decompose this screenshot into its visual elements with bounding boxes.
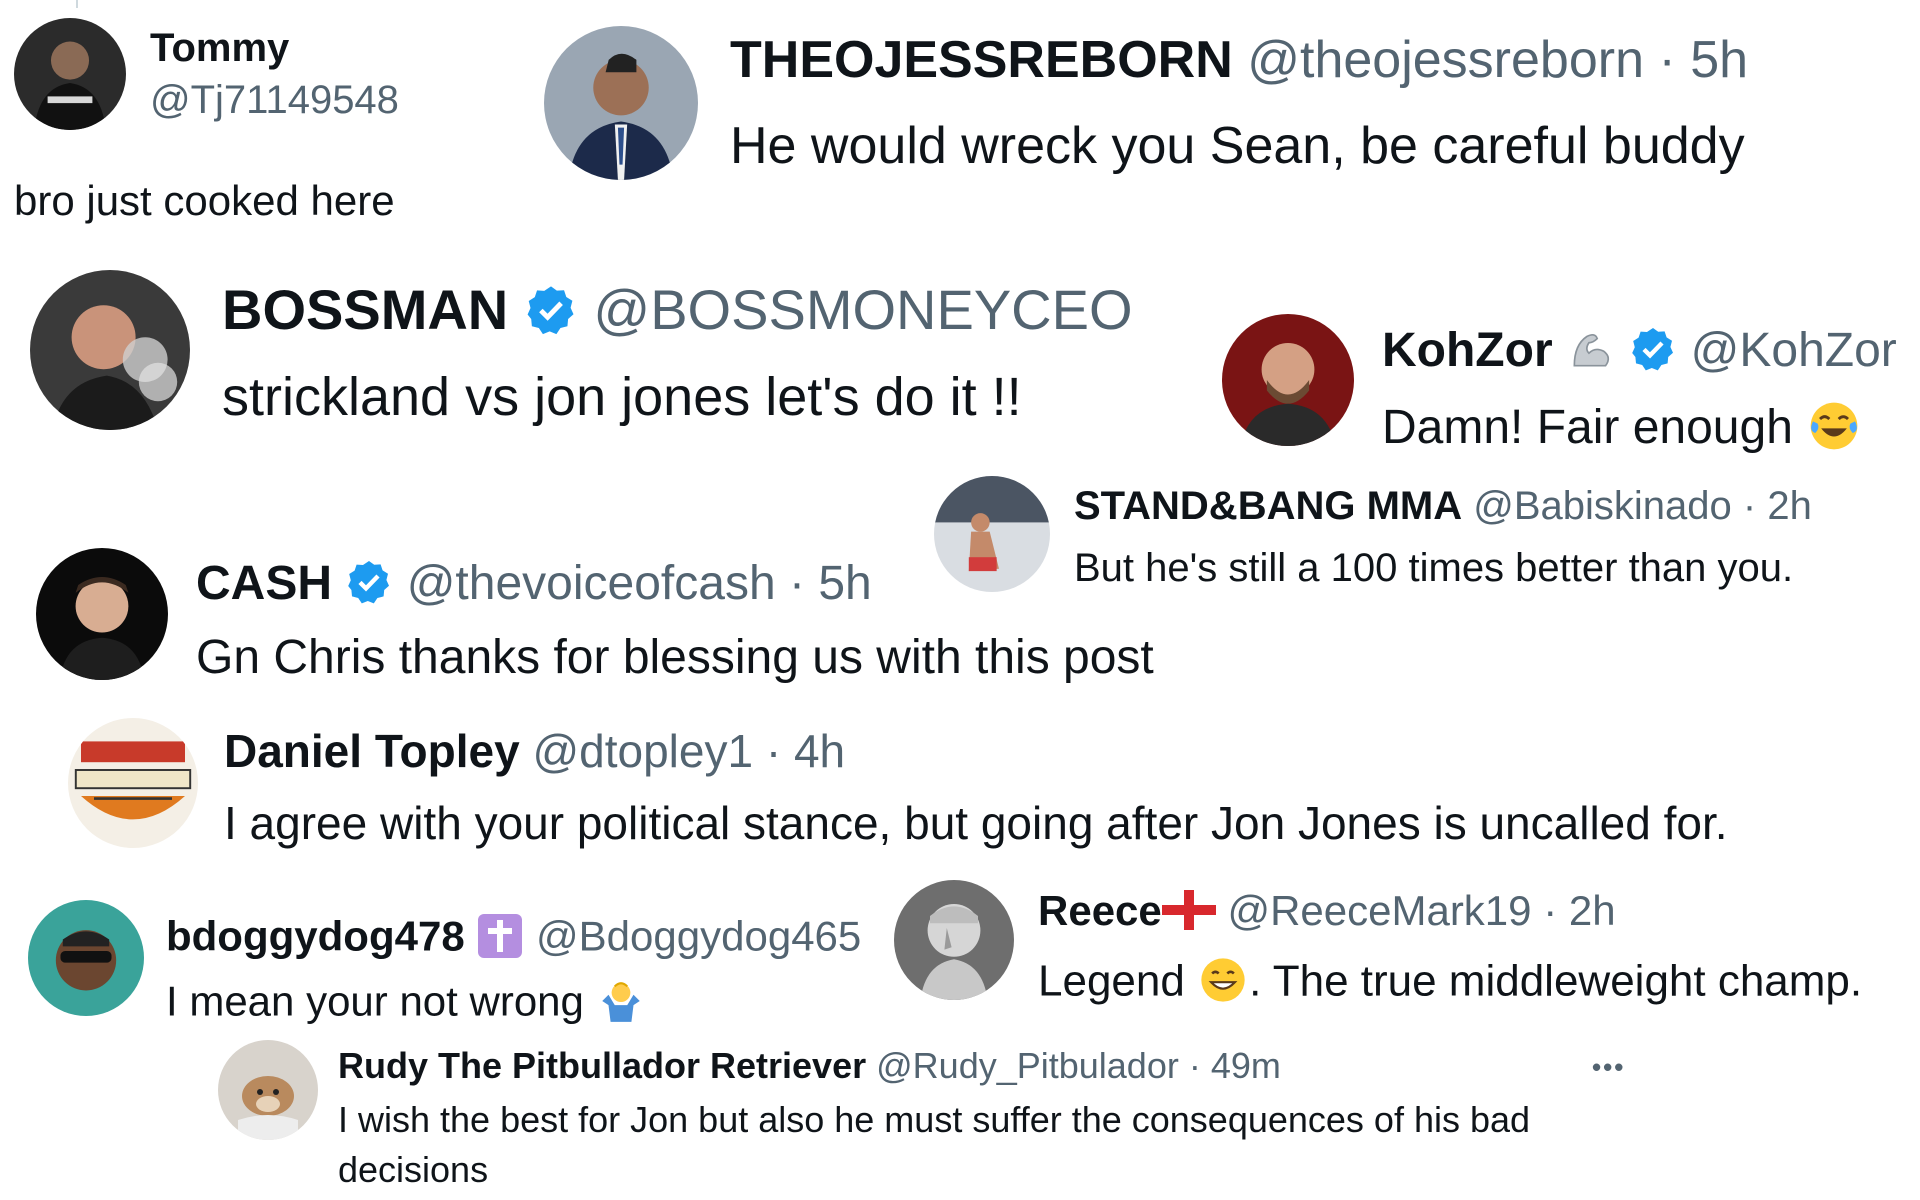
author-handle[interactable]: @ReeceMark19 [1227,887,1531,934]
author-name[interactable]: CASH [196,557,332,610]
tweet-header: THEOJESSREBORN @theojessreborn · 5h [730,34,1748,86]
grinning-face-icon [1197,954,1249,1014]
separator-dot: · [1658,31,1676,89]
tweet-header: Reece @ReeceMark19 · 2h [1038,890,1616,937]
tweet-rudy[interactable]: Rudy The Pitbullador Retriever @Rudy_Pit… [218,1040,1638,1200]
author-name[interactable]: Reece [1038,887,1162,934]
tweet-header: KohZor @KohZor [1382,324,1897,383]
tweet-time[interactable]: 2h [1569,887,1616,934]
author-name[interactable]: KohZor [1382,324,1553,377]
verified-badge-icon [345,558,393,615]
bearded-man-avatar[interactable] [1222,314,1354,446]
tweet-header: bdoggydog478 @Bdoggydog465 [166,912,861,967]
author-handle[interactable]: @KohZor [1691,324,1897,377]
author-handle[interactable]: @BOSSMONEYCEO [593,278,1132,341]
tweet-header: BOSSMAN @BOSSMONEYCEO [222,282,1133,346]
author-handle[interactable]: @Rudy_Pitbulador [876,1045,1179,1086]
author-name[interactable]: BOSSMAN [222,278,508,341]
tweet-bossman[interactable]: BOSSMAN @BOSSMONEYCEO strickland vs jon … [30,270,1170,440]
author-handle[interactable]: @thevoiceofcash [407,557,776,610]
tweet-text: I agree with your political stance, but … [224,797,1728,849]
verified-badge-icon [524,283,578,346]
tweet-cash[interactable]: CASH @thevoiceofcash · 5h Gn Chris thank… [36,548,1236,688]
tweet-theojessreborn[interactable]: THEOJESSREBORN @theojessreborn · 5h He w… [544,26,1884,186]
verified-badge-icon [1629,325,1677,382]
tweet-text: bro just cooked here [14,177,395,224]
author-name[interactable]: Tommy [150,28,289,68]
tweet-header: STAND&BANG MMA @Babiskinado · 2h [1074,486,1812,526]
tweet-time[interactable]: 2h [1767,484,1812,528]
sunglasses-man-avatar[interactable] [28,900,144,1016]
smiling-man-avatar[interactable] [36,548,168,680]
author-name[interactable]: THEOJESSREBORN [730,31,1233,89]
tweet-time[interactable]: 5h [1690,31,1748,89]
separator-dot: · [1543,887,1558,934]
tweet-text-row: Legend . The true middleweight champ. [1038,954,1862,1014]
tweet-text-continued: . The true middleweight champ. [1249,956,1863,1006]
author-name[interactable]: STAND&BANG MMA [1074,484,1462,528]
separator-dot: · [1188,1045,1201,1086]
author-handle[interactable]: @Tj71149548 [150,80,399,120]
tweet-text: strickland vs jon jones let's do it !! [222,367,1022,427]
author-handle[interactable]: @Babiskinado [1473,484,1732,528]
tweet-header: Rudy The Pitbullador Retriever @Rudy_Pit… [338,1048,1281,1084]
tweet-text-row: I mean your not wrong [166,976,646,1033]
tweet-kohzor[interactable]: KohZor @KohZor Damn! Fair enough [1222,314,1912,454]
author-handle[interactable]: @theojessreborn [1247,31,1644,89]
tweet-text-line-1: I wish the best for Jon but also he must… [338,1099,1531,1140]
tournament-logo-avatar[interactable] [68,718,198,848]
more-options-button[interactable]: ••• [1592,1052,1625,1083]
separator-dot: · [788,557,805,611]
separator-dot: · [765,725,782,777]
tweet-text-line-2: decisions [338,1149,489,1190]
author-handle[interactable]: @dtopley1 [532,725,753,777]
tweet-time[interactable]: 49m [1211,1045,1281,1086]
author-name[interactable]: Rudy The Pitbullador Retriever [338,1045,866,1086]
statue-bust-avatar[interactable] [894,880,1014,1000]
tweet-text: Damn! Fair enough [1382,401,1793,455]
author-handle[interactable]: @Bdoggydog465 [536,913,861,960]
tweet-text: He would wreck you Sean, be careful budd… [730,117,1745,175]
tweet-text: Gn Chris thanks for blessing us with thi… [196,631,1154,684]
tweet-daniel-topley[interactable]: Daniel Topley @dtopley1 · 4h I agree wit… [68,718,1888,858]
person-shrugging-icon [596,976,646,1033]
tweet-bdoggydog[interactable]: bdoggydog478 @Bdoggydog465 I mean your n… [28,900,878,1030]
tweet-reece[interactable]: Reece @ReeceMark19 · 2h Legend . The tru… [894,880,1914,1010]
tweet-header: Daniel Topley @dtopley1 · 4h [224,728,845,774]
man-in-suit-avatar[interactable] [544,26,698,180]
latin-cross-icon [476,912,524,967]
tweet-text: Legend [1038,956,1185,1006]
fighter-avatar[interactable] [14,18,126,130]
tweet-text: I mean your not wrong [166,977,584,1025]
author-name[interactable]: Daniel Topley [224,725,520,777]
tweet-header: CASH @thevoiceofcash · 5h [196,558,872,615]
tweet-time[interactable]: 5h [818,557,871,610]
dog-avatar[interactable] [218,1040,318,1140]
tweet-time[interactable]: 4h [794,725,845,777]
tweet-text-row: Damn! Fair enough [1382,398,1862,463]
flexed-biceps-icon [1566,324,1616,383]
tweet-tommy[interactable]: Tommy @Tj71149548 bro just cooked here [14,18,494,228]
england-flag-icon [1161,890,1216,937]
separator-dot: · [1742,484,1757,528]
tears-of-joy-icon [1806,398,1862,463]
author-name[interactable]: bdoggydog478 [166,913,465,960]
smoking-man-avatar[interactable] [30,270,190,430]
thread-connector-line [76,0,78,8]
